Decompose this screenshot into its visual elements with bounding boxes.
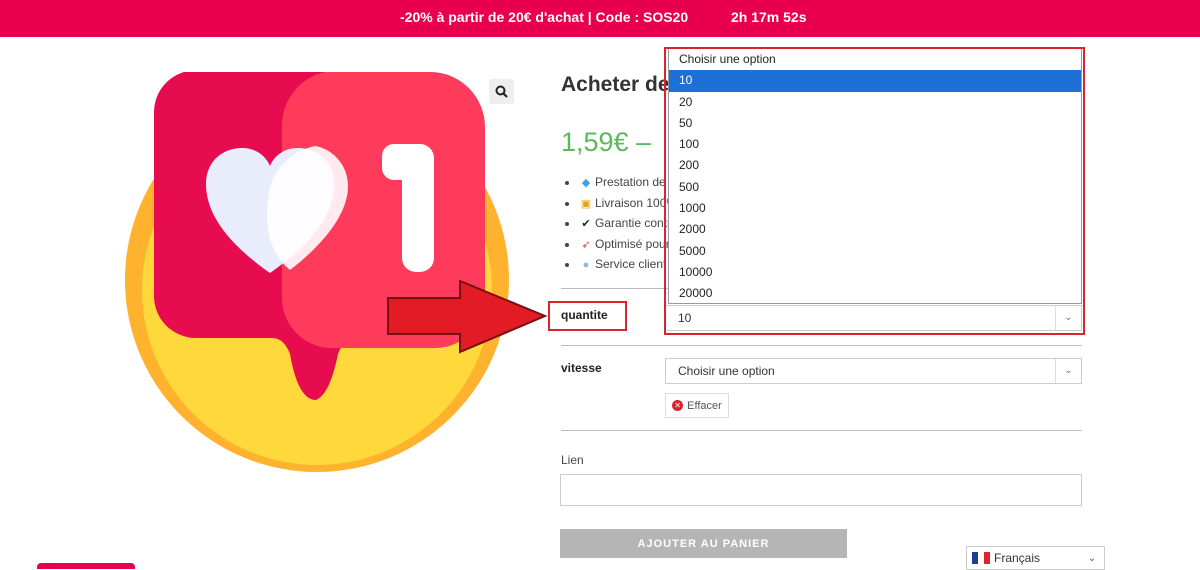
red-arrow-annotation — [387, 279, 548, 354]
close-icon: ✕ — [672, 400, 684, 411]
chevron-down-icon: ⌄ — [1055, 359, 1081, 383]
dropdown-option[interactable]: 20000 — [669, 283, 1081, 304]
lien-label: Lien — [561, 453, 584, 467]
quantite-select-value: 10 — [678, 311, 692, 325]
vitesse-label: vitesse — [561, 361, 602, 375]
feature-list: ◆Prestation de v ▣Livraison 100% ✔Garant… — [567, 172, 677, 275]
list-item: ✔Garantie contr — [579, 213, 677, 234]
speech-bubble-icon: ● — [582, 259, 590, 271]
list-item: ●Service client a — [579, 254, 677, 275]
promo-text: -20% à partir de 20€ d'achat | Code : SO… — [400, 9, 689, 25]
dropdown-option[interactable]: 200 — [669, 155, 1081, 176]
zoom-button[interactable] — [489, 79, 514, 104]
chevron-down-icon: ⌄ — [1055, 306, 1081, 330]
french-flag-icon — [972, 552, 990, 564]
vitesse-select[interactable]: Choisir une option ⌄ — [665, 358, 1082, 384]
lien-input[interactable] — [560, 474, 1082, 506]
quantite-highlight-box — [548, 301, 627, 331]
list-item: ➶Optimisé pour — [579, 234, 677, 255]
product-image — [125, 72, 509, 472]
check-icon: ✔ — [581, 218, 591, 230]
vitesse-select-value: Choisir une option — [678, 364, 775, 378]
clear-button[interactable]: ✕ Effacer — [665, 393, 729, 418]
dropdown-option-selected[interactable]: 10 — [669, 70, 1081, 92]
dropdown-option[interactable]: 50 — [669, 113, 1081, 134]
language-switcher[interactable]: Français ⌄ — [966, 546, 1105, 570]
dropdown-option[interactable]: 2000 — [669, 219, 1081, 240]
list-item: ▣Livraison 100% — [579, 193, 677, 214]
rocket-icon: ➶ — [581, 238, 591, 251]
dropdown-option[interactable]: Choisir une option — [669, 49, 1081, 70]
quantite-dropdown-list[interactable]: Choisir une option 10 20 50 100 200 500 … — [668, 48, 1082, 304]
quantite-select[interactable]: 10 ⌄ — [665, 305, 1082, 331]
lock-icon: ▣ — [580, 197, 592, 210]
list-item: ◆Prestation de v — [579, 172, 677, 193]
dropdown-option[interactable]: 1000 — [669, 198, 1081, 219]
dropdown-option[interactable]: 500 — [669, 177, 1081, 198]
floating-tab[interactable] — [37, 563, 135, 569]
divider — [561, 430, 1082, 431]
clear-button-label: Effacer — [687, 399, 722, 412]
dropdown-option[interactable]: 100 — [669, 134, 1081, 155]
dropdown-option[interactable]: 20 — [669, 92, 1081, 113]
language-label: Français — [994, 551, 1041, 565]
dropdown-option[interactable]: 10000 — [669, 262, 1081, 283]
product-price: 1,59€ – — [561, 127, 652, 157]
divider — [561, 345, 1082, 346]
countdown-timer: 2h 17m 52s — [731, 9, 807, 25]
diamond-icon: ◆ — [581, 177, 591, 189]
product-title: Acheter des — [561, 73, 682, 96]
magnifier-icon — [495, 85, 508, 98]
chevron-down-icon: ⌄ — [1087, 552, 1096, 564]
add-to-cart-button[interactable]: AJOUTER AU PANIER — [560, 529, 847, 558]
dropdown-option[interactable]: 5000 — [669, 241, 1081, 262]
promo-bar: -20% à partir de 20€ d'achat | Code : SO… — [0, 0, 1200, 37]
